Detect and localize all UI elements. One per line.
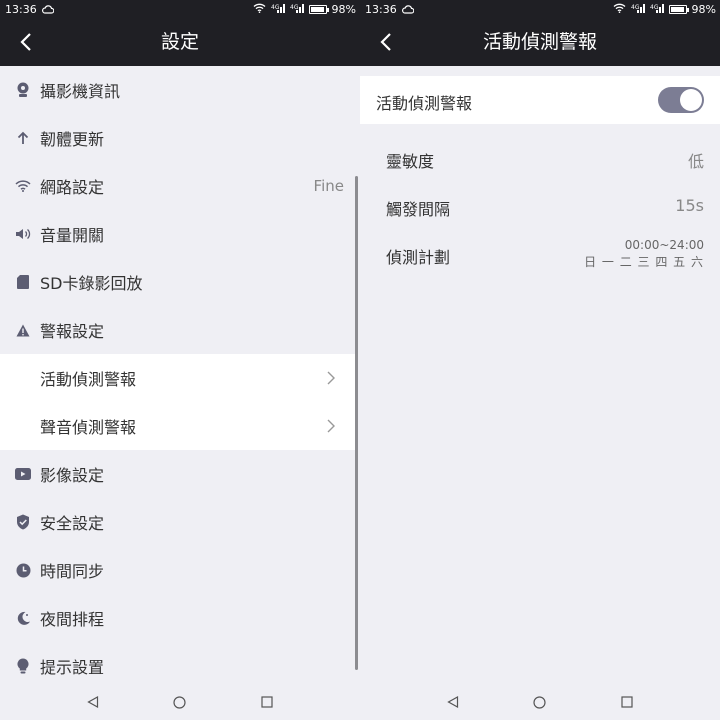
sensitivity-value: 低 [687,152,704,171]
detection-schedule-row[interactable]: 偵測計劃 00:00~24:00 日 一 二 三 四 五 六 [360,230,720,278]
battery-percent: 98% [691,2,716,16]
sensitivity-row[interactable]: 靈敏度 低 [360,134,720,182]
nav-recents-button[interactable] [257,692,277,712]
schedule-days: 日 一 二 三 四 五 六 [584,255,704,269]
wifi-status-icon [613,3,626,16]
trigger-interval-row[interactable]: 觸發間隔 15s [360,182,720,230]
nav-back-button[interactable] [443,692,463,712]
square-recents-icon [261,696,273,708]
toggle-label: 活動偵測警報 [376,94,473,113]
settings-item-network[interactable]: 網路設定 Fine [0,162,355,210]
status-time: 13:36 [365,2,397,16]
status-time: 13:36 [5,2,37,16]
settings-item-sd-card[interactable]: SD卡錄影回放 [0,258,355,306]
bulb-icon [14,657,32,675]
nav-home-button[interactable] [170,692,190,712]
arrow-up-icon [14,129,32,147]
signal-icon: 4G [290,3,304,16]
page-title: 設定 [160,31,199,53]
system-nav-bar [360,684,720,720]
video-icon [14,465,32,483]
nav-back-button[interactable] [83,692,103,712]
cloud-icon [401,4,414,14]
triangle-back-icon [447,696,459,708]
signal-icon: 4G [650,3,664,16]
shield-icon [14,513,32,531]
app-bar: 設定 [0,18,360,66]
settings-item-motion-alarm[interactable]: 活動偵測警報 [0,354,355,402]
app-bar: 活動偵測警報 [360,18,720,66]
settings-item-firmware[interactable]: 韌體更新 [0,114,355,162]
chevron-right-icon [327,370,339,386]
settings-item-time-sync[interactable]: 時間同步 [0,546,355,594]
system-nav-bar [0,684,360,720]
clock-icon [14,561,32,579]
svg-text:4G: 4G [290,4,299,11]
motion-alarm-switch[interactable] [658,87,704,113]
settings-item-alarm[interactable]: 警報設定 [0,306,355,354]
switch-knob [680,89,702,111]
battery-percent: 98% [331,2,356,16]
camera-icon [14,81,32,99]
settings-item-prompt[interactable]: 提示設置 [0,642,355,690]
circle-home-icon [533,695,547,709]
warning-icon [14,321,32,339]
settings-item-night-schedule[interactable]: 夜間排程 [0,594,355,642]
circle-home-icon [173,695,187,709]
svg-text:4G: 4G [650,4,659,11]
settings-item-volume[interactable]: 音量開關 [0,210,355,258]
settings-screen: 13:36 4G 4G 98% 設定 攝影機資訊 韌體更新 網路設定 Fine … [0,0,360,720]
signal-icon: 4G [271,3,285,16]
settings-list: 攝影機資訊 韌體更新 網路設定 Fine 音量開關 SD卡錄影回放 警報設定 活… [0,66,360,684]
sd-card-icon [14,273,32,291]
svg-text:4G: 4G [631,4,640,11]
chevron-right-icon [327,418,339,434]
page-title: 活動偵測警報 [482,31,597,53]
nav-home-button[interactable] [530,692,550,712]
schedule-value: 00:00~24:00 日 一 二 三 四 五 六 [584,237,704,271]
motion-alarm-screen: 13:36 4G 4G 98% 活動偵測警報 活動偵測警報 靈敏度 低 觸發間隔… [360,0,720,720]
status-bar: 13:36 4G 4G 98% [360,0,720,18]
nav-recents-button[interactable] [617,692,637,712]
schedule-time-range: 00:00~24:00 [624,238,704,252]
moon-icon [14,609,32,627]
speaker-icon [14,225,32,243]
network-status: Fine [313,177,344,195]
scrollbar[interactable] [355,176,358,670]
motion-alarm-toggle-row: 活動偵測警報 [360,76,720,124]
settings-item-sound-alarm[interactable]: 聲音偵測警報 [0,402,355,450]
wifi-status-icon [253,3,266,16]
signal-icon: 4G [631,3,645,16]
status-bar: 13:36 4G 4G 98% [0,0,360,18]
cloud-icon [41,4,54,14]
battery-icon [308,4,329,14]
triangle-back-icon [87,696,99,708]
battery-icon [668,4,689,14]
square-recents-icon [621,696,633,708]
settings-item-video[interactable]: 影像設定 [0,450,355,498]
wifi-icon [14,177,32,195]
svg-text:4G: 4G [271,4,280,11]
settings-item-security[interactable]: 安全設定 [0,498,355,546]
interval-value: 15s [675,196,704,215]
settings-item-camera-info[interactable]: 攝影機資訊 [0,66,355,114]
